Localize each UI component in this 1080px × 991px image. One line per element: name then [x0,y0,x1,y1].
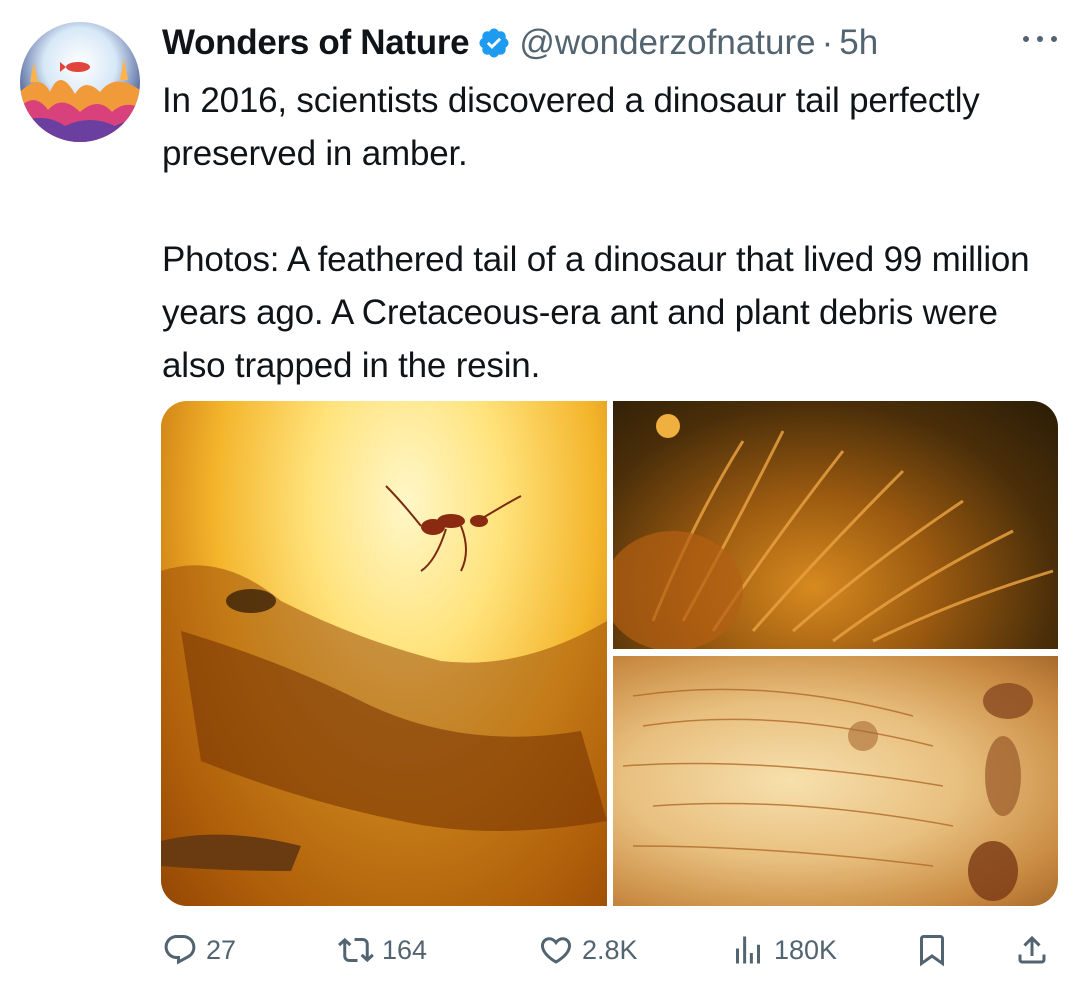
ant-photo-illustration [622,683,1033,901]
reply-icon [164,935,196,965]
tweet-paragraph: In 2016, scientists discovered a dinosau… [162,81,980,173]
photo-amber-tail-with-ant[interactable] [161,401,607,906]
repost-count: 164 [382,934,428,965]
tweet-text: In 2016, scientists discovered a dinosau… [162,74,1042,392]
bookmark-icon [920,935,944,967]
separator-dot: · [821,23,834,62]
feather-photo-illustration [613,414,1054,649]
more-icon[interactable] [1018,24,1062,54]
timestamp[interactable]: 5h [839,23,878,63]
like-button[interactable]: 2.8K [538,922,638,978]
reply-button[interactable]: 27 [162,922,236,978]
avatar[interactable] [20,22,140,142]
amber-photo-illustration [161,485,607,906]
views-count: 180K [774,934,838,965]
share-button[interactable] [1014,922,1058,978]
reply-count: 27 [206,934,237,965]
share-icon [1018,935,1046,964]
photo-feather-closeup[interactable] [613,401,1058,649]
views-icon [736,936,760,964]
avatar-image [20,22,140,142]
heart-icon [540,937,572,964]
display-name[interactable]: Wonders of Nature [162,23,470,63]
verified-badge-icon [479,28,509,58]
tweet-header: Wonders of Nature @wonderzofnature · 5h [162,18,878,68]
action-bar: 27 164 2.8K 180K [162,922,1062,978]
photo-ant-closeup[interactable] [613,656,1058,906]
repost-button[interactable]: 164 [338,922,427,978]
like-count: 2.8K [582,934,638,965]
views-button[interactable]: 180K [730,922,837,978]
repost-icon [338,937,374,963]
media-grid [161,401,1058,906]
user-handle[interactable]: @wonderzofnature [519,23,815,63]
bookmark-button[interactable] [914,922,958,978]
tweet-paragraph: Photos: A feathered tail of a dinosaur t… [162,240,1030,385]
